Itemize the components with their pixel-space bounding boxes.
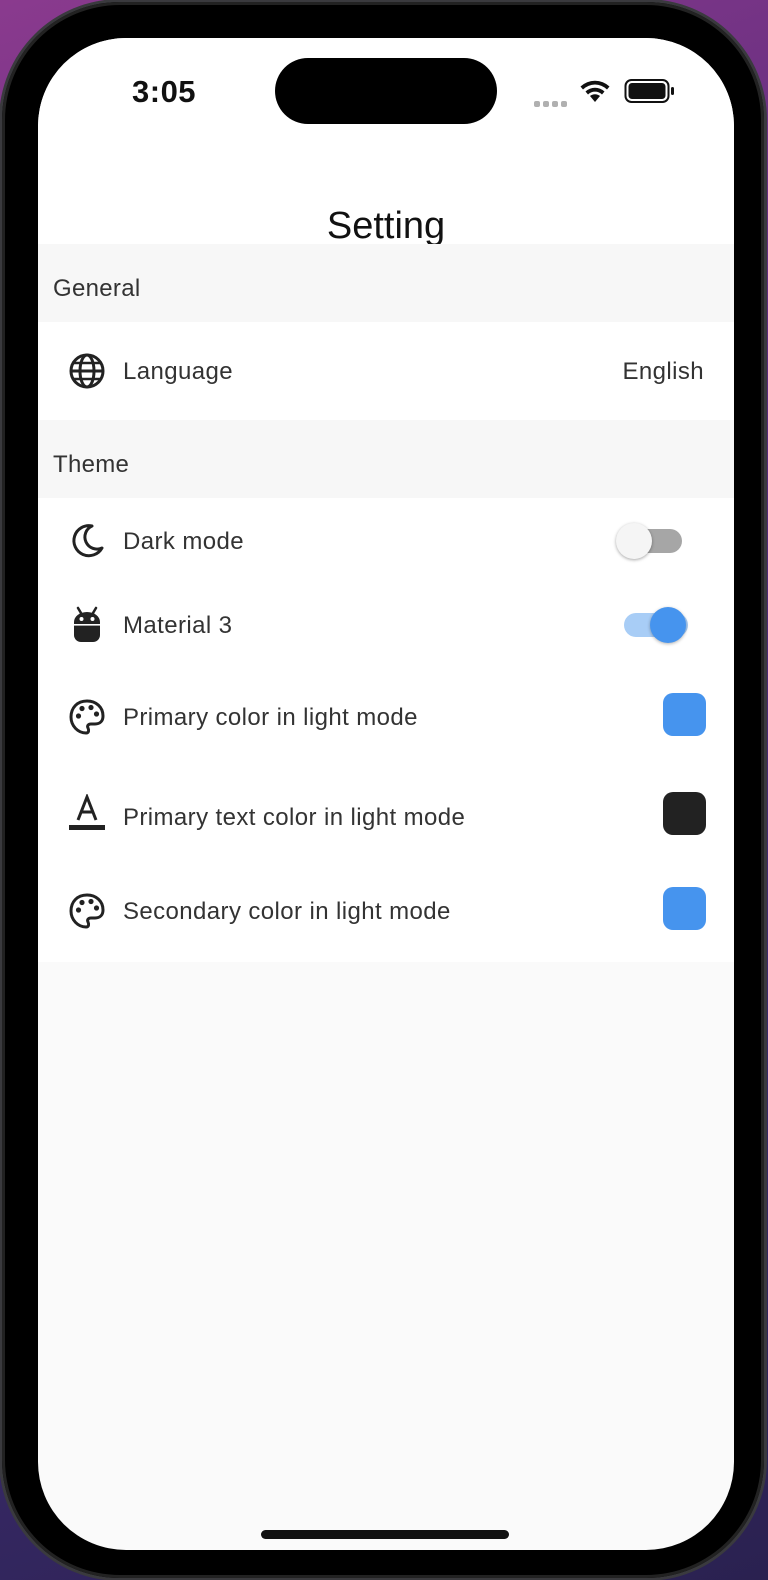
primary-color-swatch[interactable]: [663, 693, 706, 736]
language-label: Language: [123, 358, 233, 385]
primary-text-color-label: Primary text color in light mode: [123, 804, 466, 831]
language-value: English: [622, 358, 704, 385]
primary-text-color-swatch[interactable]: [663, 792, 706, 835]
general-group: Language English: [38, 322, 734, 420]
text-color-icon: [69, 794, 105, 830]
home-indicator[interactable]: [261, 1530, 509, 1539]
device-frame: 3:05 Setting General Language English Th…: [2, 2, 764, 1578]
primary-color-label: Primary color in light mode: [123, 704, 418, 731]
setting-row-material3[interactable]: Material 3: [38, 578, 734, 666]
status-bar: 3:05: [38, 38, 734, 148]
globe-icon: [69, 353, 105, 389]
setting-row-language[interactable]: Language English: [38, 322, 734, 420]
cellular-signal-icon: [534, 94, 570, 107]
section-title-theme: Theme: [53, 451, 130, 478]
secondary-color-swatch[interactable]: [663, 887, 706, 930]
palette-icon: [69, 893, 105, 929]
setting-row-dark-mode[interactable]: Dark mode: [38, 498, 734, 586]
setting-row-primary-color[interactable]: Primary color in light mode: [38, 674, 734, 772]
setting-row-secondary-color[interactable]: Secondary color in light mode: [38, 870, 734, 962]
screen: 3:05 Setting General Language English Th…: [38, 38, 734, 1550]
section-header-general: General: [38, 244, 734, 322]
wifi-icon: [580, 80, 610, 102]
material3-label: Material 3: [123, 612, 233, 639]
theme-group: Dark mode Material 3 Primary color in li…: [38, 498, 734, 962]
section-title-general: General: [53, 275, 141, 302]
dark-mode-label: Dark mode: [123, 528, 244, 555]
android-icon: [74, 606, 100, 642]
page-title: Setting: [326, 205, 446, 247]
battery-icon: [624, 79, 674, 103]
status-time: 3:05: [132, 74, 197, 109]
secondary-color-label: Secondary color in light mode: [123, 898, 451, 925]
moon-icon: [72, 524, 104, 558]
palette-icon: [69, 699, 105, 735]
dynamic-island: [275, 58, 497, 124]
setting-row-primary-text-color[interactable]: Primary text color in light mode: [38, 772, 734, 870]
section-header-theme: Theme: [38, 420, 734, 498]
